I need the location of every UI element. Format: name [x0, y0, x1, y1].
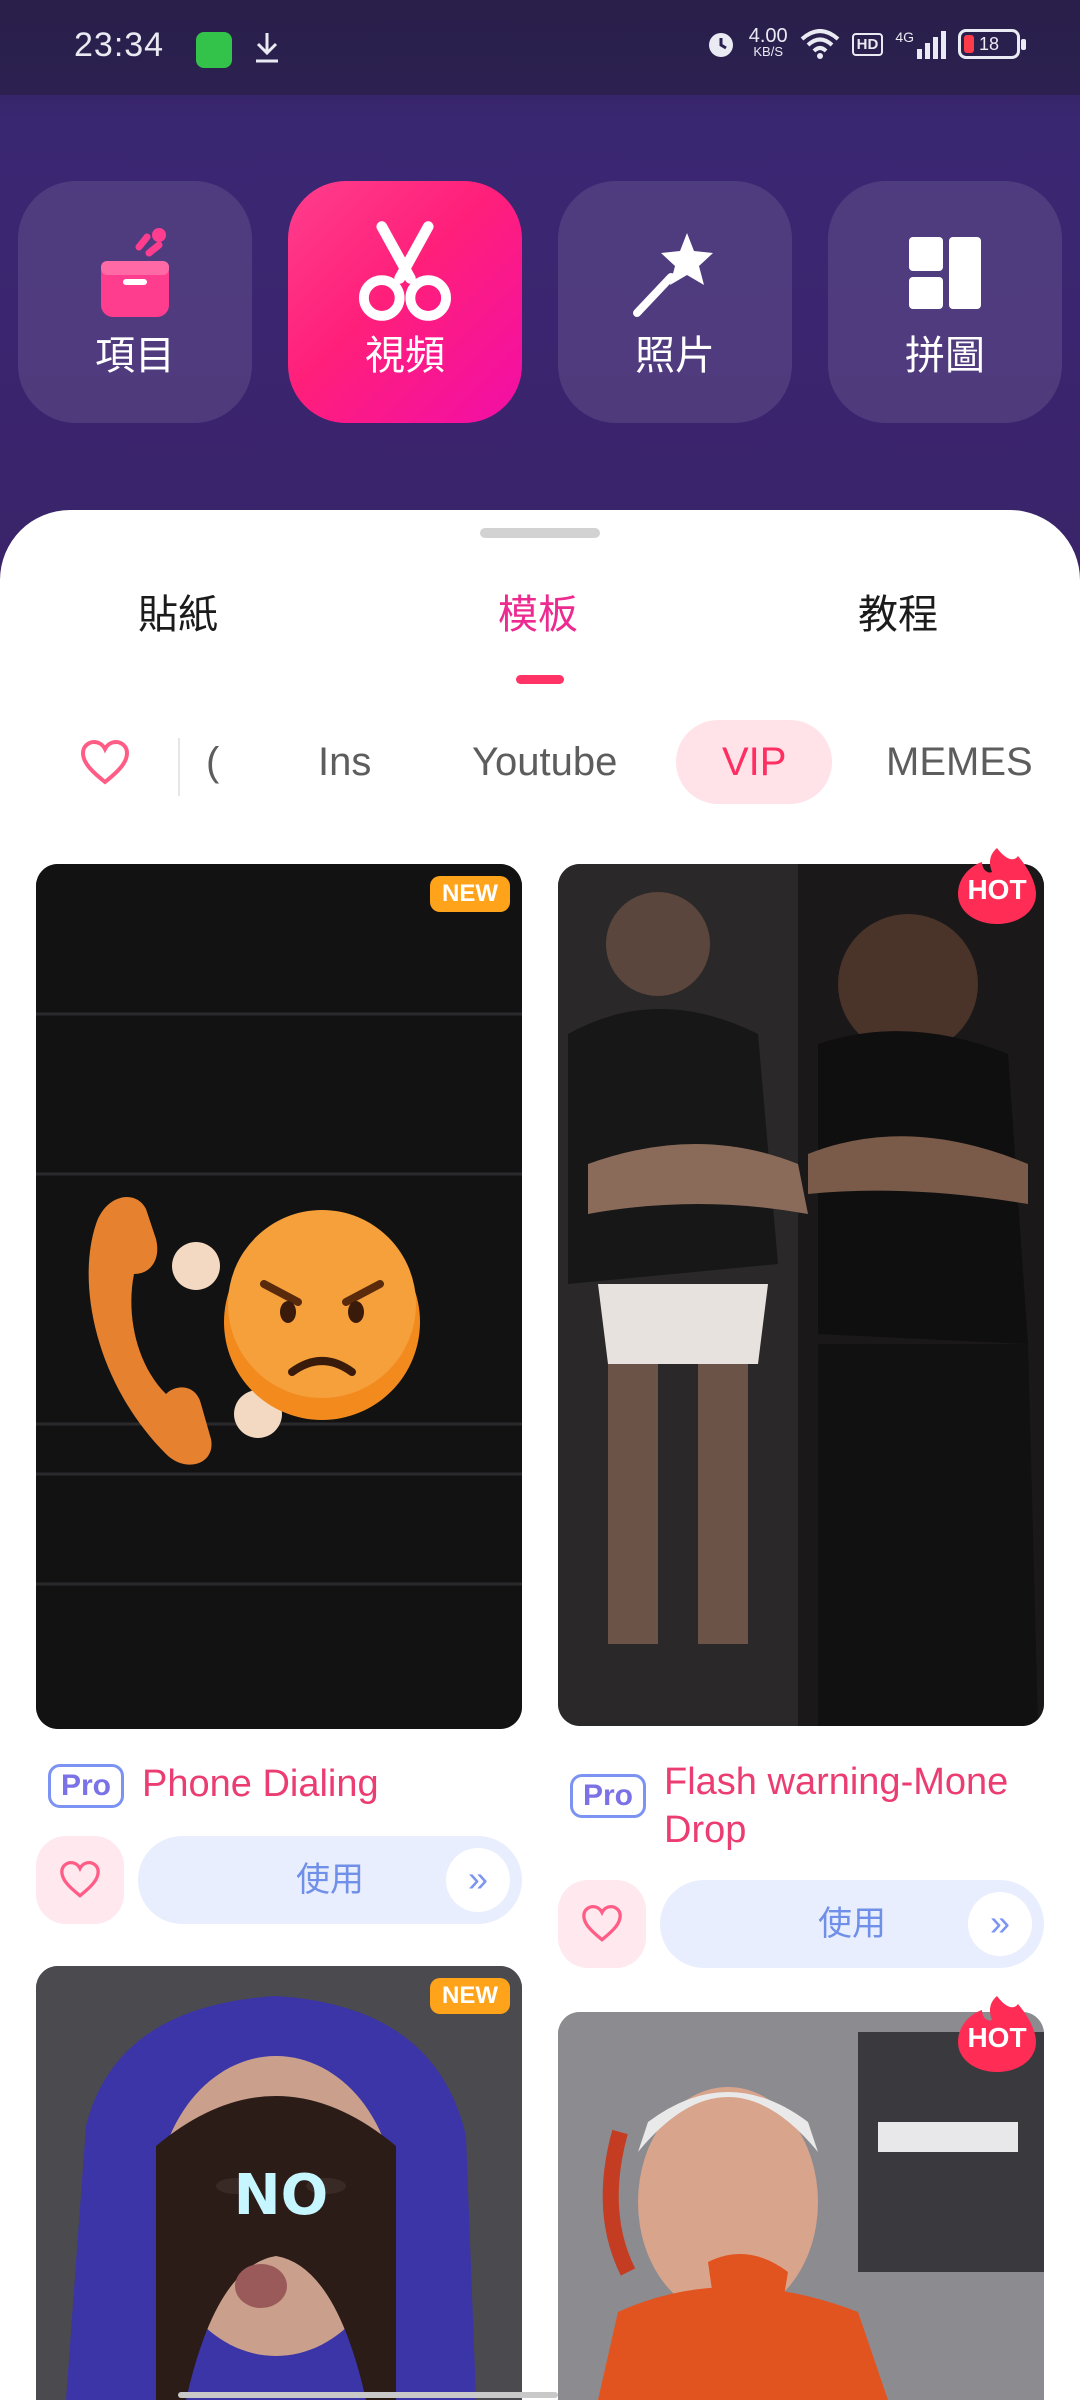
alarm-icon: [708, 33, 733, 57]
category-partial[interactable]: (: [206, 720, 219, 804]
network-speed-value: 4.00: [748, 25, 788, 47]
battery-level: 18: [978, 34, 1000, 54]
tab-bar: 貼紙 模板 教程: [0, 582, 1080, 662]
active-tab-indicator: [516, 675, 564, 684]
pro-badge: Pro: [570, 1774, 647, 1818]
category-vip[interactable]: VIP: [676, 720, 833, 804]
category-divider: [178, 738, 180, 796]
heart-icon: [60, 1861, 100, 1898]
download-icon: [256, 33, 278, 63]
nav-tile-collage[interactable]: 拼圖: [828, 181, 1062, 423]
tab-tutorials[interactable]: 教程: [858, 582, 938, 640]
category-memes[interactable]: MEMES: [886, 720, 1033, 804]
main-nav: 項目 視頻 照片 拼圖: [18, 181, 1064, 423]
template-card[interactable]: HOT Pro Flash warning-Mone Drop 使用 »: [558, 848, 1044, 1974]
no-sign-preview-image: NO: [36, 1966, 522, 2400]
template-preview[interactable]: [558, 864, 1044, 1726]
favorites-heart-icon[interactable]: [80, 740, 130, 786]
signal-type-label: 4G: [895, 29, 914, 45]
new-badge: NEW: [430, 1978, 510, 2014]
nav-tile-label: 視頻: [365, 334, 445, 378]
nav-tile-video[interactable]: 視頻: [288, 181, 522, 423]
favorite-button[interactable]: [558, 1880, 646, 1968]
template-card[interactable]: NO NEW: [36, 1966, 522, 2400]
wifi-icon: [800, 29, 839, 59]
hot-badge: HOT: [956, 1992, 1038, 2074]
nav-tile-label: 項目: [95, 334, 175, 378]
category-ins[interactable]: Ins: [318, 720, 371, 804]
flash-warning-preview-image: [558, 864, 1044, 1726]
status-time: 23:34: [74, 26, 165, 64]
tab-templates[interactable]: 模板: [498, 582, 578, 640]
nav-tile-projects[interactable]: 項目: [18, 181, 252, 423]
template-preview[interactable]: [36, 864, 522, 1729]
magic-wand-icon: [625, 223, 725, 323]
double-chevron-right-icon: »: [968, 1892, 1032, 1956]
template-title-row: Pro Phone Dialing: [48, 1760, 528, 1808]
category-youtube[interactable]: Youtube: [472, 720, 617, 804]
messages-app-icon: [196, 32, 232, 68]
network-speed: 4.00 KB/S: [748, 25, 788, 60]
phone-dialing-preview-image: [36, 864, 522, 1729]
project-icon: [85, 223, 185, 323]
nav-tile-label: 拼圖: [905, 334, 985, 378]
template-preview[interactable]: NO: [36, 1966, 522, 2400]
template-card[interactable]: HOT: [558, 1996, 1044, 2400]
template-title-row: Pro Flash warning-Mone Drop: [570, 1758, 1044, 1854]
collage-icon: [895, 223, 995, 323]
category-bar: ( Ins Youtube VIP MEMES: [0, 720, 1080, 810]
double-chevron-right-icon: »: [446, 1848, 510, 1912]
hot-badge-label: HOT: [967, 874, 1027, 905]
use-template-button[interactable]: 使用 »: [138, 1836, 522, 1924]
battery-icon: 18: [958, 29, 1026, 59]
scissors-icon: [355, 221, 455, 323]
signal-icon: 4G: [895, 29, 946, 59]
status-bar: 23:34 4.00 KB/S HD 4G 18: [0, 0, 1080, 95]
template-title: Flash warning-Mone Drop: [664, 1761, 1009, 1851]
sheet-drag-handle[interactable]: [480, 528, 600, 538]
use-template-button[interactable]: 使用 »: [660, 1880, 1044, 1968]
hot-badge: HOT: [956, 844, 1038, 926]
network-speed-unit: KB/S: [753, 44, 783, 59]
no-sign-overlay-text: NO: [234, 2163, 328, 2228]
new-badge: NEW: [430, 876, 510, 912]
hd-icon: HD: [851, 32, 884, 56]
favorite-button[interactable]: [36, 1836, 124, 1924]
hot-badge-label: HOT: [967, 2022, 1027, 2053]
nav-tile-label: 照片: [635, 334, 715, 378]
pro-badge: Pro: [48, 1764, 125, 1808]
heart-icon: [582, 1905, 622, 1942]
template-title: Phone Dialing: [142, 1763, 379, 1805]
nav-tile-photos[interactable]: 照片: [558, 181, 792, 423]
template-card[interactable]: NEW Pro Phone Dialing 使用 »: [36, 864, 522, 1924]
tab-stickers[interactable]: 貼紙: [138, 582, 218, 640]
bottom-scroll-indicator: [178, 2392, 558, 2398]
